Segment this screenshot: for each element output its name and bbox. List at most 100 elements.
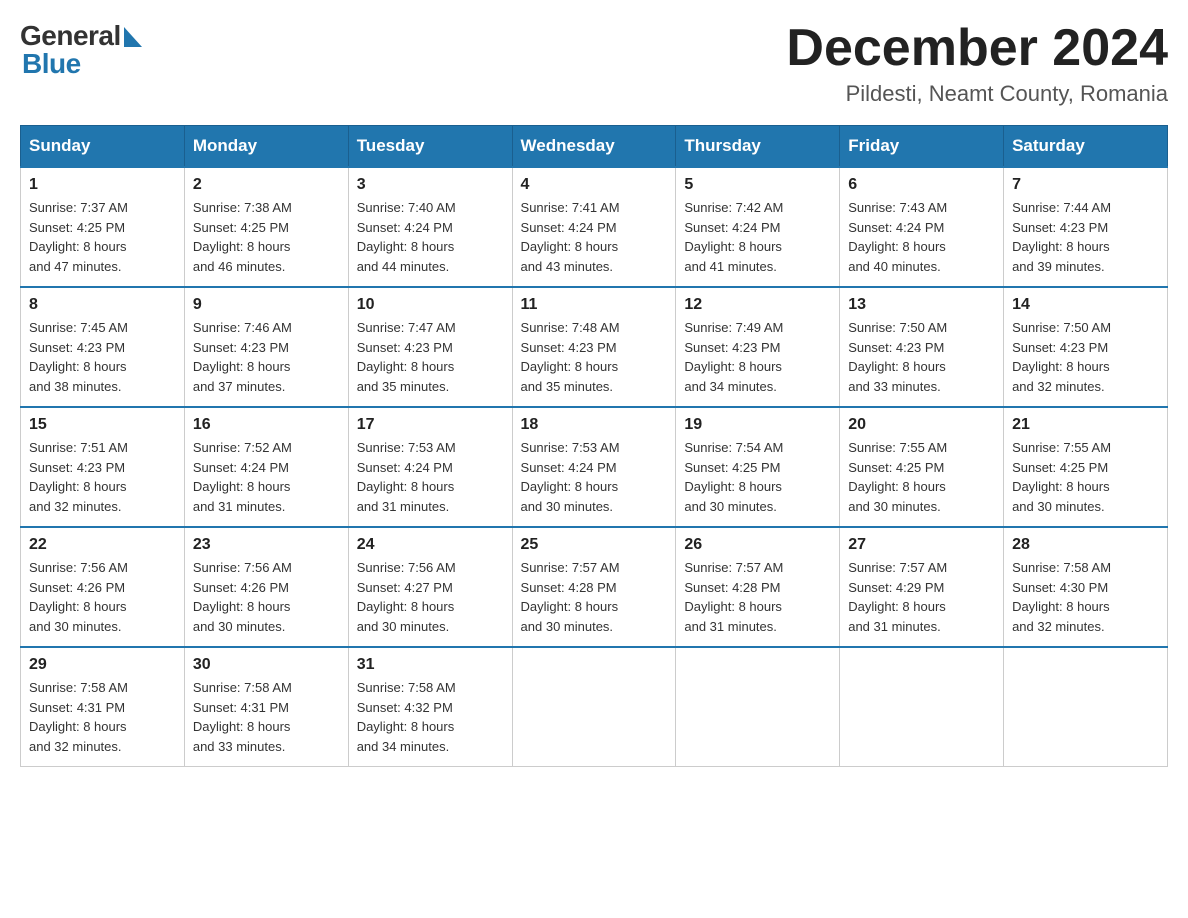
calendar-cell: 24 Sunrise: 7:56 AM Sunset: 4:27 PM Dayl… <box>348 527 512 647</box>
calendar-cell: 27 Sunrise: 7:57 AM Sunset: 4:29 PM Dayl… <box>840 527 1004 647</box>
calendar-cell: 6 Sunrise: 7:43 AM Sunset: 4:24 PM Dayli… <box>840 167 1004 287</box>
calendar-cell: 8 Sunrise: 7:45 AM Sunset: 4:23 PM Dayli… <box>21 287 185 407</box>
calendar-table: SundayMondayTuesdayWednesdayThursdayFrid… <box>20 125 1168 767</box>
calendar-week-row: 8 Sunrise: 7:45 AM Sunset: 4:23 PM Dayli… <box>21 287 1168 407</box>
title-section: December 2024 Pildesti, Neamt County, Ro… <box>786 20 1168 107</box>
day-info: Sunrise: 7:54 AM Sunset: 4:25 PM Dayligh… <box>684 438 831 516</box>
day-info: Sunrise: 7:38 AM Sunset: 4:25 PM Dayligh… <box>193 198 340 276</box>
calendar-cell: 9 Sunrise: 7:46 AM Sunset: 4:23 PM Dayli… <box>184 287 348 407</box>
logo-blue-text: Blue <box>22 48 81 80</box>
calendar-cell <box>1004 647 1168 767</box>
calendar-cell: 16 Sunrise: 7:52 AM Sunset: 4:24 PM Dayl… <box>184 407 348 527</box>
day-info: Sunrise: 7:55 AM Sunset: 4:25 PM Dayligh… <box>848 438 995 516</box>
day-number: 2 <box>193 176 340 194</box>
day-number: 6 <box>848 176 995 194</box>
calendar-cell <box>676 647 840 767</box>
location-subtitle: Pildesti, Neamt County, Romania <box>786 81 1168 107</box>
day-number: 25 <box>521 536 668 554</box>
day-info: Sunrise: 7:57 AM Sunset: 4:28 PM Dayligh… <box>521 558 668 636</box>
col-header-tuesday: Tuesday <box>348 126 512 168</box>
day-number: 24 <box>357 536 504 554</box>
day-number: 27 <box>848 536 995 554</box>
day-info: Sunrise: 7:58 AM Sunset: 4:31 PM Dayligh… <box>29 678 176 756</box>
page-header: General Blue December 2024 Pildesti, Nea… <box>20 20 1168 107</box>
day-number: 17 <box>357 416 504 434</box>
calendar-cell: 4 Sunrise: 7:41 AM Sunset: 4:24 PM Dayli… <box>512 167 676 287</box>
calendar-cell: 17 Sunrise: 7:53 AM Sunset: 4:24 PM Dayl… <box>348 407 512 527</box>
day-info: Sunrise: 7:56 AM Sunset: 4:26 PM Dayligh… <box>193 558 340 636</box>
day-info: Sunrise: 7:50 AM Sunset: 4:23 PM Dayligh… <box>1012 318 1159 396</box>
col-header-sunday: Sunday <box>21 126 185 168</box>
calendar-cell: 26 Sunrise: 7:57 AM Sunset: 4:28 PM Dayl… <box>676 527 840 647</box>
day-number: 26 <box>684 536 831 554</box>
calendar-cell: 28 Sunrise: 7:58 AM Sunset: 4:30 PM Dayl… <box>1004 527 1168 647</box>
day-number: 21 <box>1012 416 1159 434</box>
calendar-week-row: 15 Sunrise: 7:51 AM Sunset: 4:23 PM Dayl… <box>21 407 1168 527</box>
month-title: December 2024 <box>786 20 1168 77</box>
calendar-header-row: SundayMondayTuesdayWednesdayThursdayFrid… <box>21 126 1168 168</box>
logo: General Blue <box>20 20 142 80</box>
day-info: Sunrise: 7:55 AM Sunset: 4:25 PM Dayligh… <box>1012 438 1159 516</box>
day-number: 11 <box>521 296 668 314</box>
col-header-monday: Monday <box>184 126 348 168</box>
day-info: Sunrise: 7:51 AM Sunset: 4:23 PM Dayligh… <box>29 438 176 516</box>
day-number: 15 <box>29 416 176 434</box>
calendar-cell: 25 Sunrise: 7:57 AM Sunset: 4:28 PM Dayl… <box>512 527 676 647</box>
calendar-cell: 29 Sunrise: 7:58 AM Sunset: 4:31 PM Dayl… <box>21 647 185 767</box>
calendar-cell: 18 Sunrise: 7:53 AM Sunset: 4:24 PM Dayl… <box>512 407 676 527</box>
day-info: Sunrise: 7:43 AM Sunset: 4:24 PM Dayligh… <box>848 198 995 276</box>
calendar-cell: 10 Sunrise: 7:47 AM Sunset: 4:23 PM Dayl… <box>348 287 512 407</box>
calendar-cell: 2 Sunrise: 7:38 AM Sunset: 4:25 PM Dayli… <box>184 167 348 287</box>
day-number: 28 <box>1012 536 1159 554</box>
calendar-cell: 15 Sunrise: 7:51 AM Sunset: 4:23 PM Dayl… <box>21 407 185 527</box>
day-number: 13 <box>848 296 995 314</box>
day-info: Sunrise: 7:50 AM Sunset: 4:23 PM Dayligh… <box>848 318 995 396</box>
calendar-cell: 5 Sunrise: 7:42 AM Sunset: 4:24 PM Dayli… <box>676 167 840 287</box>
calendar-cell: 3 Sunrise: 7:40 AM Sunset: 4:24 PM Dayli… <box>348 167 512 287</box>
col-header-saturday: Saturday <box>1004 126 1168 168</box>
day-number: 23 <box>193 536 340 554</box>
calendar-cell: 20 Sunrise: 7:55 AM Sunset: 4:25 PM Dayl… <box>840 407 1004 527</box>
day-info: Sunrise: 7:52 AM Sunset: 4:24 PM Dayligh… <box>193 438 340 516</box>
calendar-cell: 14 Sunrise: 7:50 AM Sunset: 4:23 PM Dayl… <box>1004 287 1168 407</box>
day-number: 9 <box>193 296 340 314</box>
day-number: 22 <box>29 536 176 554</box>
calendar-cell: 12 Sunrise: 7:49 AM Sunset: 4:23 PM Dayl… <box>676 287 840 407</box>
calendar-week-row: 1 Sunrise: 7:37 AM Sunset: 4:25 PM Dayli… <box>21 167 1168 287</box>
calendar-week-row: 29 Sunrise: 7:58 AM Sunset: 4:31 PM Dayl… <box>21 647 1168 767</box>
day-info: Sunrise: 7:49 AM Sunset: 4:23 PM Dayligh… <box>684 318 831 396</box>
day-info: Sunrise: 7:47 AM Sunset: 4:23 PM Dayligh… <box>357 318 504 396</box>
day-info: Sunrise: 7:57 AM Sunset: 4:28 PM Dayligh… <box>684 558 831 636</box>
calendar-week-row: 22 Sunrise: 7:56 AM Sunset: 4:26 PM Dayl… <box>21 527 1168 647</box>
day-number: 7 <box>1012 176 1159 194</box>
day-number: 20 <box>848 416 995 434</box>
day-info: Sunrise: 7:42 AM Sunset: 4:24 PM Dayligh… <box>684 198 831 276</box>
day-info: Sunrise: 7:45 AM Sunset: 4:23 PM Dayligh… <box>29 318 176 396</box>
day-info: Sunrise: 7:53 AM Sunset: 4:24 PM Dayligh… <box>521 438 668 516</box>
calendar-cell: 1 Sunrise: 7:37 AM Sunset: 4:25 PM Dayli… <box>21 167 185 287</box>
day-number: 19 <box>684 416 831 434</box>
day-number: 31 <box>357 656 504 674</box>
day-info: Sunrise: 7:37 AM Sunset: 4:25 PM Dayligh… <box>29 198 176 276</box>
day-info: Sunrise: 7:44 AM Sunset: 4:23 PM Dayligh… <box>1012 198 1159 276</box>
col-header-friday: Friday <box>840 126 1004 168</box>
calendar-cell: 11 Sunrise: 7:48 AM Sunset: 4:23 PM Dayl… <box>512 287 676 407</box>
day-number: 18 <box>521 416 668 434</box>
day-number: 12 <box>684 296 831 314</box>
day-info: Sunrise: 7:48 AM Sunset: 4:23 PM Dayligh… <box>521 318 668 396</box>
calendar-cell <box>840 647 1004 767</box>
calendar-cell: 31 Sunrise: 7:58 AM Sunset: 4:32 PM Dayl… <box>348 647 512 767</box>
day-info: Sunrise: 7:53 AM Sunset: 4:24 PM Dayligh… <box>357 438 504 516</box>
col-header-thursday: Thursday <box>676 126 840 168</box>
day-info: Sunrise: 7:56 AM Sunset: 4:27 PM Dayligh… <box>357 558 504 636</box>
day-number: 4 <box>521 176 668 194</box>
day-info: Sunrise: 7:57 AM Sunset: 4:29 PM Dayligh… <box>848 558 995 636</box>
day-info: Sunrise: 7:56 AM Sunset: 4:26 PM Dayligh… <box>29 558 176 636</box>
day-number: 10 <box>357 296 504 314</box>
day-number: 5 <box>684 176 831 194</box>
calendar-cell: 22 Sunrise: 7:56 AM Sunset: 4:26 PM Dayl… <box>21 527 185 647</box>
logo-triangle-icon <box>124 27 142 47</box>
calendar-cell: 23 Sunrise: 7:56 AM Sunset: 4:26 PM Dayl… <box>184 527 348 647</box>
day-number: 3 <box>357 176 504 194</box>
calendar-cell: 21 Sunrise: 7:55 AM Sunset: 4:25 PM Dayl… <box>1004 407 1168 527</box>
